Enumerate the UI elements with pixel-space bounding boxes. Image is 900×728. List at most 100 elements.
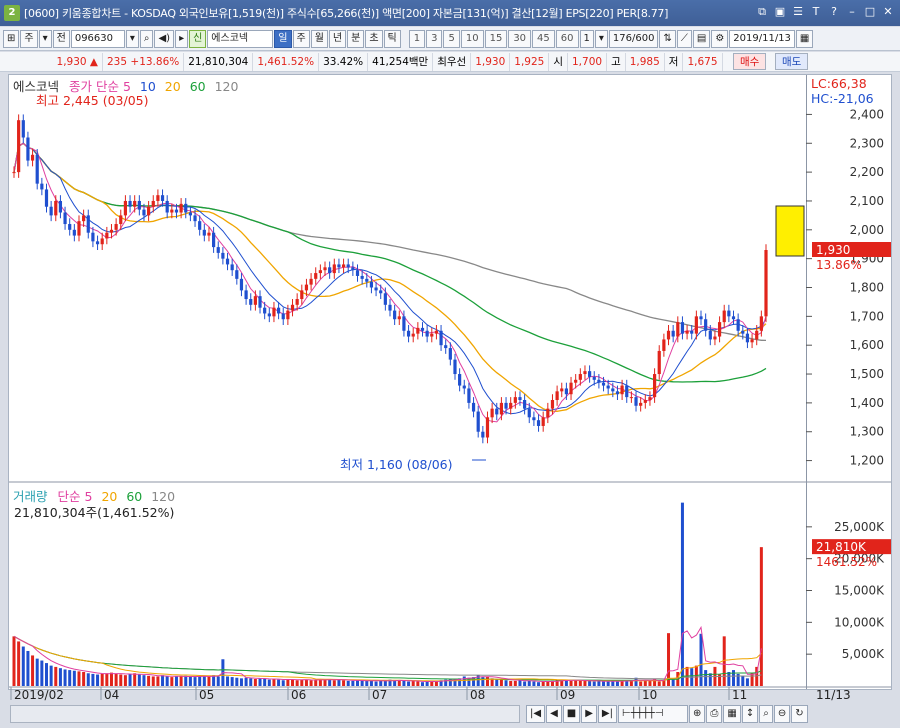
calendar-icon[interactable]: ▦ xyxy=(795,29,814,48)
refresh-icon[interactable]: ↻ xyxy=(791,705,808,723)
chart-type-icon[interactable]: ↕ xyxy=(741,705,759,723)
x-tick-label: 09 xyxy=(560,688,575,702)
credit-badge: 신 xyxy=(189,29,207,48)
next-page-icon[interactable]: ▶ xyxy=(581,705,597,723)
high-label: 고 xyxy=(607,52,626,71)
sound-icon[interactable]: ◀) xyxy=(154,29,175,48)
x-tick-label: 05 xyxy=(199,688,214,702)
legend-ma20: 20 xyxy=(164,79,181,94)
volume-value-label: 21,810,304주(1,461.52%) xyxy=(14,505,175,520)
table-icon[interactable]: ▦ xyxy=(723,705,741,723)
change-rate: +13.86% xyxy=(130,55,180,68)
magnify-icon[interactable]: ⌕ xyxy=(759,705,773,723)
trade-amount: 41,254백만 xyxy=(368,52,434,71)
scrollbar-track[interactable] xyxy=(10,705,520,723)
x-tick-label: 11 xyxy=(732,688,747,702)
unit-spin-icon[interactable]: ▾ xyxy=(594,29,608,48)
sub-select[interactable]: 전 xyxy=(52,29,70,48)
high-price: 1,985 xyxy=(626,52,665,71)
x-axis-right-label: 11/13 xyxy=(816,688,851,702)
zoom-out-icon[interactable]: ⊖ xyxy=(773,705,791,723)
prev-page-icon[interactable]: ◀ xyxy=(546,705,562,723)
minute-45-button[interactable]: 45 xyxy=(532,29,555,48)
x-tick-label: 08 xyxy=(470,688,485,702)
volume-rate: 1,461.52% xyxy=(253,52,320,71)
window-title: [0600] 키움종합차트 - KOSDAQ 외국인보유[1,519(천)] 주… xyxy=(24,7,669,20)
prev-icon[interactable]: ▾ xyxy=(38,29,52,48)
stock-code-input[interactable]: 096630 xyxy=(70,29,125,48)
best-label: 최우선 xyxy=(433,52,472,71)
buy-button[interactable]: 매수 xyxy=(733,53,767,70)
change-amount: 235 xyxy=(107,55,128,68)
font-icon[interactable]: T xyxy=(808,4,824,20)
x-tick-label: 06 xyxy=(291,688,306,702)
minute-3-button[interactable]: 3 xyxy=(426,29,443,48)
last-page-icon[interactable]: ▶| xyxy=(597,705,617,723)
high-note: 최고 2,445 (03/05) xyxy=(36,93,149,108)
y-axis-column xyxy=(806,75,891,689)
x-tick-label: 07 xyxy=(372,688,387,702)
chart-toolbar: ⊞ 주 ▾ 전 096630 ▾ ⌕ ◀) ▸ 신 에스코넥 일주월년분초틱 1… xyxy=(0,27,900,51)
minimize-icon[interactable]: – xyxy=(844,4,860,20)
stock-name-field[interactable]: 에스코넥 xyxy=(207,29,274,48)
minute-10-button[interactable]: 10 xyxy=(460,29,484,48)
lc-value: LC:66,38 xyxy=(811,76,867,91)
print-icon[interactable]: ⎙ xyxy=(706,705,723,723)
best-ask: 1,930 xyxy=(471,52,511,71)
tool-icon[interactable]: ⇅ xyxy=(659,29,676,48)
close-icon[interactable]: ✕ xyxy=(880,4,896,20)
zoom-in-icon[interactable]: ⊕ xyxy=(688,705,706,723)
layout-icon[interactable]: ⧉ xyxy=(754,4,770,20)
search-icon[interactable]: ⌕ xyxy=(139,29,154,48)
period-2-button[interactable]: 월 xyxy=(310,29,328,48)
first-page-icon[interactable]: |◀ xyxy=(526,705,546,723)
gear-icon[interactable]: ⚙ xyxy=(711,29,729,48)
minute-30-button[interactable]: 30 xyxy=(508,29,532,48)
code-dropdown-icon[interactable]: ▾ xyxy=(125,29,139,48)
chart-menu-icon[interactable]: ⊞ xyxy=(3,29,20,48)
open-price: 1,700 xyxy=(568,52,608,71)
window-number-badge: 2 xyxy=(4,5,20,21)
unit-input[interactable]: 1 xyxy=(579,29,594,48)
minute-15-button[interactable]: 15 xyxy=(484,29,508,48)
help-icon[interactable]: ? xyxy=(826,4,842,20)
low-label: 저 xyxy=(665,52,684,71)
turnover-rate: 33.42% xyxy=(319,52,369,71)
low-note: 최저 1,160 (08/06) xyxy=(340,457,453,472)
period-3-button[interactable]: 년 xyxy=(328,29,347,48)
bottom-toolbar: |◀ ◀ ■ ▶ ▶| ⊢┼┼┼┼⊣ ⊕ ⎙ ▦ ↕ ⌕ ⊖ ↻ xyxy=(0,704,900,728)
stop-icon[interactable]: ■ xyxy=(562,705,581,723)
list-icon[interactable]: ☰ xyxy=(790,4,806,20)
best-bid: 1,925 xyxy=(510,52,550,71)
chart-area[interactable] xyxy=(8,74,892,690)
minute-1-button[interactable]: 1 xyxy=(408,29,426,48)
zoom-slider[interactable]: ⊢┼┼┼┼⊣ xyxy=(617,705,688,723)
minute-5-button[interactable]: 5 xyxy=(443,29,460,48)
up-arrow: ▲ xyxy=(89,55,98,68)
volume-value: 21,810,304 xyxy=(184,52,254,71)
window-titlebar: 2 [0600] 키움종합차트 - KOSDAQ 외국인보유[1,519(천)]… xyxy=(0,0,900,26)
x-tick-label: 10 xyxy=(642,688,657,702)
sell-button[interactable]: 매도 xyxy=(775,53,809,70)
compare-icon[interactable]: ⟋ xyxy=(676,29,692,48)
legend-ma120: 120 xyxy=(214,79,239,94)
save-icon[interactable]: ▣ xyxy=(772,4,788,20)
maximize-icon[interactable]: □ xyxy=(862,4,878,20)
mode-select[interactable]: 주 xyxy=(20,29,38,48)
low-price: 1,675 xyxy=(683,52,723,71)
count-field[interactable]: 176/600 xyxy=(608,29,659,48)
x-tick-label: 04 xyxy=(104,688,119,702)
period-6-button[interactable]: 틱 xyxy=(383,29,401,48)
period-4-button[interactable]: 분 xyxy=(347,29,365,48)
open-label: 시 xyxy=(549,52,568,71)
save-chart-icon[interactable]: ▤ xyxy=(692,29,711,48)
period-5-button[interactable]: 초 xyxy=(365,29,383,48)
legend-ma60: 60 xyxy=(189,79,206,94)
x-tick-label: 2019/02 xyxy=(14,688,64,702)
hand-icon[interactable]: ▸ xyxy=(175,29,189,48)
date-field[interactable]: 2019/11/13 xyxy=(729,29,795,48)
period-1-button[interactable]: 주 xyxy=(292,29,310,48)
period-0-button[interactable]: 일 xyxy=(274,29,292,48)
current-price: 1,930 xyxy=(56,55,87,68)
minute-60-button[interactable]: 60 xyxy=(555,29,579,48)
